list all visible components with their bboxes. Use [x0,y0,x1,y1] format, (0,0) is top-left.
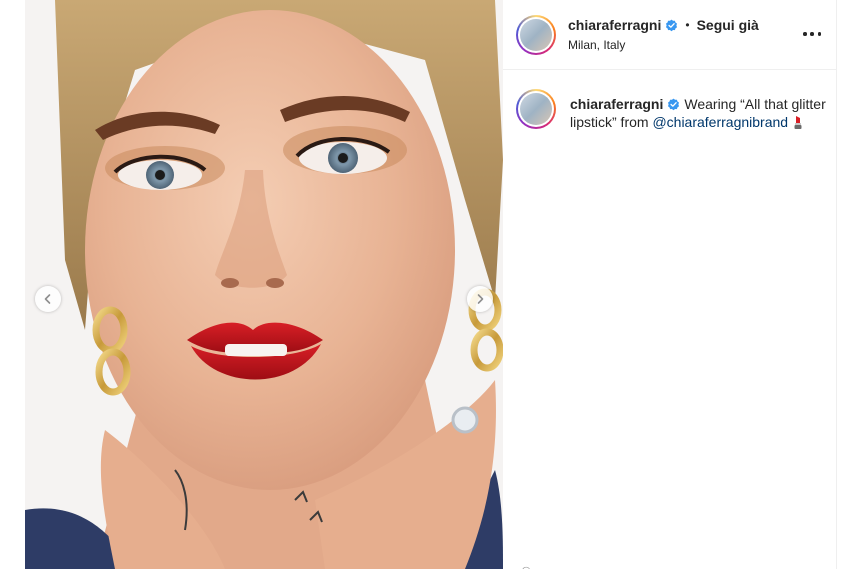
instagram-post-window: chiaraferragni • Segui già Milan, Italy [0,0,862,569]
verified-badge-icon [668,98,680,111]
chevron-right-icon [477,294,484,304]
post-header: chiaraferragni • Segui già Milan, Italy [503,0,837,70]
chevron-left-icon [44,294,51,304]
separator-dot: • [685,18,690,32]
post-side-panel: chiaraferragni • Segui già Milan, Italy [503,0,837,569]
more-options-icon[interactable] [803,24,821,44]
post-photo [25,0,503,569]
avatar-border [518,17,554,53]
emoji-icon[interactable]: ☺ [519,562,533,569]
follow-status-button[interactable]: Segui già [697,17,759,33]
caption-username[interactable]: chiaraferragni [570,96,663,112]
comment-row-clipped: ☺ [503,562,837,569]
next-photo-button[interactable] [467,286,493,312]
caption-avatar[interactable] [516,89,556,129]
verified-badge-icon [666,19,678,31]
more-dot [817,32,821,36]
avatar-border [518,91,554,127]
previous-photo-button[interactable] [35,286,61,312]
post-location[interactable]: Milan, Italy [568,38,625,52]
avatar[interactable] [516,15,556,55]
avatar-image [520,93,552,125]
caption-text: chiaraferragni Wearing “All that glitter… [570,95,832,131]
avatar-image [520,19,552,51]
header-username[interactable]: chiaraferragni [568,17,661,33]
post-media[interactable] [25,0,503,569]
lipstick-emoji-icon [794,116,802,129]
more-dot [803,32,807,36]
more-dot [810,32,814,36]
header-user-line: chiaraferragni • Segui già [568,17,759,33]
caption-mention-link[interactable]: @chiaraferragnibrand [652,114,788,130]
